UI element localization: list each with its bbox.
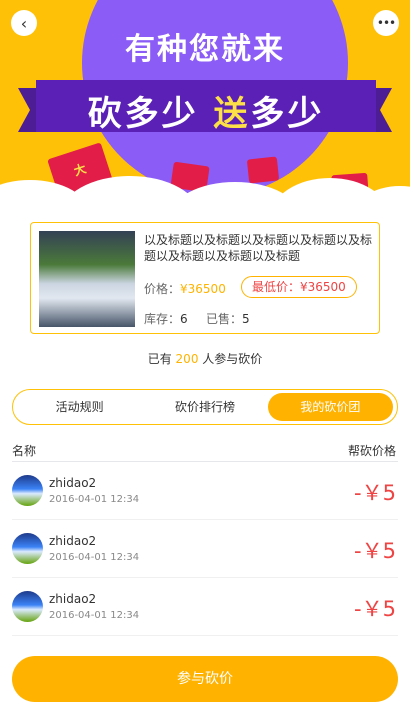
sold-row: 已售：5 — [206, 310, 250, 327]
join-bargain-button[interactable]: 参与砍价 — [12, 656, 398, 702]
banner-title-highlight: 送 — [213, 94, 251, 134]
helper-time: 2016-04-01 12:34 — [49, 552, 140, 563]
tab-ranking[interactable]: 砍价排行榜 — [142, 393, 267, 421]
helper-name: zhidao2 — [49, 534, 97, 548]
tab-bar: 活动规则 砍价排行榜 我的砍价团 — [12, 389, 398, 425]
price-row: 价格：¥36500 — [144, 280, 226, 297]
list-item: zhidao2 2016-04-01 12:34 -￥5 — [12, 578, 398, 636]
helper-name: zhidao2 — [49, 592, 97, 606]
more-button[interactable]: ••• — [373, 10, 399, 36]
helper-time: 2016-04-01 12:34 — [49, 494, 140, 505]
banner-title-line2: 砍多少 送多少 — [36, 86, 376, 135]
tab-my-group[interactable]: 我的砍价团 — [267, 393, 393, 421]
participant-number: 200 — [175, 352, 199, 366]
participant-prefix: 已有 — [147, 352, 172, 366]
stock-value: 6 — [180, 312, 188, 326]
tab-rules[interactable]: 活动规则 — [17, 393, 142, 421]
helper-amount: -￥5 — [354, 597, 396, 621]
price-value: ¥36500 — [180, 282, 226, 296]
banner-title-part2: 多少 — [250, 94, 325, 134]
helper-name: zhidao2 — [49, 476, 97, 490]
stock-row: 库存：6 — [144, 310, 188, 327]
product-image — [39, 231, 135, 327]
column-price-header: 帮砍价格 — [347, 444, 396, 458]
chevron-left-icon: ‹ — [20, 13, 28, 33]
sold-label: 已售： — [206, 312, 243, 326]
banner-title-part1: 砍多少 — [87, 94, 199, 134]
product-card[interactable]: 以及标题以及标题以及标题以及标题以及标题以及标题以及标题以及标题 价格：¥365… — [30, 222, 380, 334]
stock-label: 库存： — [144, 312, 181, 326]
price-label: 价格： — [144, 282, 181, 296]
column-name-header: 名称 — [12, 444, 37, 458]
sold-value: 5 — [242, 312, 250, 326]
list-item: zhidao2 2016-04-01 12:34 -￥5 — [12, 520, 398, 578]
helper-amount: -￥5 — [354, 539, 396, 563]
envelope-text: 大 — [72, 161, 88, 179]
list-header: 名称 帮砍价格 — [12, 440, 398, 462]
helper-time: 2016-04-01 12:34 — [49, 610, 140, 621]
back-button[interactable]: ‹ — [11, 10, 37, 36]
banner-title-line1: 有种您就来 — [125, 32, 285, 67]
participant-count: 已有 200 人参与砍价 — [0, 350, 410, 367]
banner: 有种您就来 砍多少 送多少 大 — [0, 0, 410, 210]
min-price-badge: 最低价：¥36500 — [241, 276, 357, 298]
red-envelope-icon — [246, 156, 280, 184]
helper-amount: -￥5 — [354, 481, 396, 505]
avatar — [12, 591, 43, 622]
product-title: 以及标题以及标题以及标题以及标题以及标题以及标题以及标题以及标题 — [144, 233, 373, 263]
avatar — [12, 475, 43, 506]
more-dots-icon: ••• — [376, 16, 396, 30]
participant-suffix: 人参与砍价 — [202, 352, 263, 366]
list-item: zhidao2 2016-04-01 12:34 -￥5 — [12, 462, 398, 520]
avatar — [12, 533, 43, 564]
